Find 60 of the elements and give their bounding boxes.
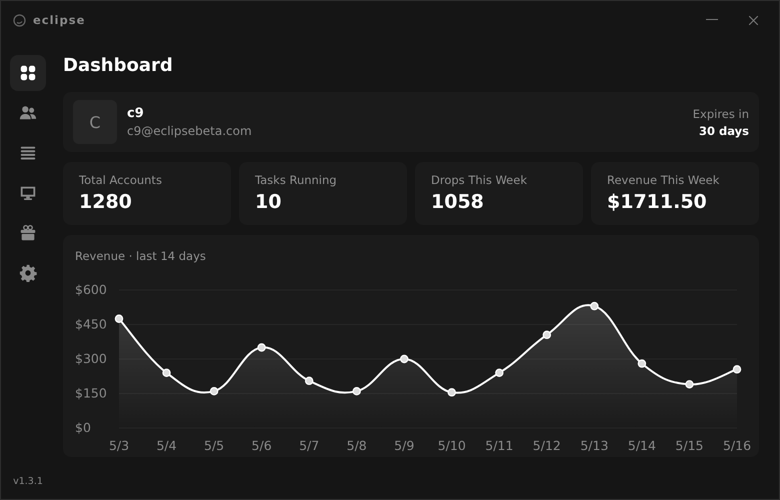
y-axis-label: $150 <box>75 386 107 400</box>
x-axis-label: 5/14 <box>628 438 656 453</box>
close-icon <box>748 16 758 24</box>
data-point <box>590 302 599 310</box>
data-point <box>352 387 361 396</box>
x-axis-label: 5/7 <box>299 438 320 453</box>
list-icon <box>19 144 37 162</box>
x-axis-label: 5/4 <box>156 438 177 453</box>
users-icon <box>19 104 37 122</box>
x-axis-label: 5/11 <box>485 438 514 453</box>
data-point <box>257 343 266 352</box>
x-axis-label: 5/8 <box>346 438 367 453</box>
sidebar-item[interactable] <box>10 55 46 91</box>
x-axis-label: 5/3 <box>108 438 130 453</box>
x-axis-label: 5/13 <box>580 438 608 453</box>
x-axis-label: 5/6 <box>252 438 272 453</box>
x-axis-label: 5/10 <box>438 438 466 453</box>
stat-label: Revenue This Week <box>607 173 720 187</box>
x-axis-label: 5/16 <box>722 438 752 453</box>
logo-icon <box>13 14 26 26</box>
data-point <box>162 368 171 377</box>
gift-icon <box>19 224 37 242</box>
minimize-icon <box>706 19 718 21</box>
version-label: v1.3.1 <box>13 476 43 487</box>
stat-label: Total Accounts <box>79 173 163 187</box>
data-point <box>685 380 694 388</box>
settings-icon <box>19 264 37 282</box>
data-point <box>732 365 742 374</box>
stat-value: 1280 <box>79 191 133 213</box>
data-point <box>638 359 646 368</box>
user-email: c9@eclipsebeta.com <box>127 124 252 138</box>
y-axis-label: $600 <box>75 282 107 297</box>
stat-value: $1711.50 <box>607 191 708 213</box>
data-point <box>448 388 456 397</box>
app-title: eclipse <box>33 13 86 27</box>
y-axis-label: $450 <box>75 316 107 332</box>
monitor-icon <box>19 184 37 202</box>
x-axis-label: 5/9 <box>394 438 414 453</box>
stat-value: 1058 <box>431 191 485 213</box>
data-point <box>304 376 314 386</box>
data-point <box>542 330 552 340</box>
x-axis-label: 5/12 <box>532 438 561 453</box>
data-point <box>114 314 124 323</box>
stat-label: Tasks Running <box>255 173 338 187</box>
user-name: c9 <box>127 106 145 121</box>
stat-label: Drops This Week <box>431 173 528 187</box>
data-point <box>210 387 218 396</box>
expiry-value: 30 days <box>699 124 749 138</box>
chart-title: Revenue · last 14 days <box>75 249 206 263</box>
y-axis-label: $0 <box>75 420 91 435</box>
data-point <box>400 354 408 364</box>
x-axis-label: 5/5 <box>204 438 224 453</box>
expiry-label: Expires in <box>692 106 749 120</box>
grid-icon <box>19 64 37 82</box>
stat-value: 10 <box>255 191 282 213</box>
page-title: Dashboard <box>63 55 174 76</box>
x-axis-label: 5/15 <box>675 438 704 453</box>
data-point <box>495 368 504 377</box>
y-axis-label: $300 <box>75 351 107 366</box>
user-avatar: C <box>73 100 117 144</box>
